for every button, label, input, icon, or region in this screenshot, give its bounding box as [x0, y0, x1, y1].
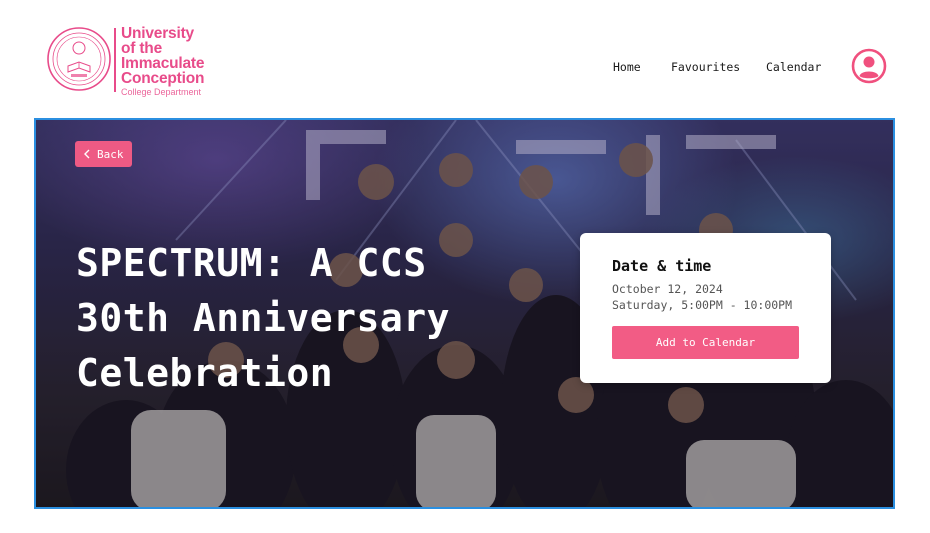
nav-calendar-link[interactable]: Calendar	[766, 60, 821, 74]
event-hero: Back SPECTRUM: A CCS 30th Anniversary Ce…	[34, 118, 895, 509]
logo-divider	[114, 28, 116, 92]
site-header: University of the Immaculate Conception …	[0, 0, 930, 118]
event-date: October 12, 2024	[612, 282, 723, 296]
logo-line-4: Conception	[121, 70, 205, 87]
event-title: SPECTRUM: A CCS 30th Anniversary Celebra…	[76, 241, 451, 395]
logo-line-1: University	[121, 25, 194, 42]
back-button[interactable]: Back	[75, 141, 132, 167]
logo-line-3: Immaculate	[121, 55, 205, 72]
user-circle-icon[interactable]	[851, 48, 887, 84]
back-button-label: Back	[97, 147, 124, 161]
logo-department: College Department	[121, 87, 202, 97]
nav-favourites-link[interactable]: Favourites	[671, 60, 740, 74]
logo-wordmark: University of the Immaculate Conception …	[121, 26, 236, 98]
university-seal-icon	[47, 27, 111, 91]
nav-home-link[interactable]: Home	[613, 60, 641, 74]
add-to-calendar-button[interactable]: Add to Calendar	[612, 326, 799, 359]
date-time-heading: Date & time	[612, 257, 712, 275]
logo-line-2: of the	[121, 40, 162, 57]
date-time-card: Date & time October 12, 2024 Saturday, 5…	[580, 233, 831, 383]
university-logo[interactable]: University of the Immaculate Conception …	[46, 26, 226, 97]
chevron-left-icon	[84, 149, 90, 159]
event-time: Saturday, 5:00PM - 10:00PM	[612, 298, 793, 312]
